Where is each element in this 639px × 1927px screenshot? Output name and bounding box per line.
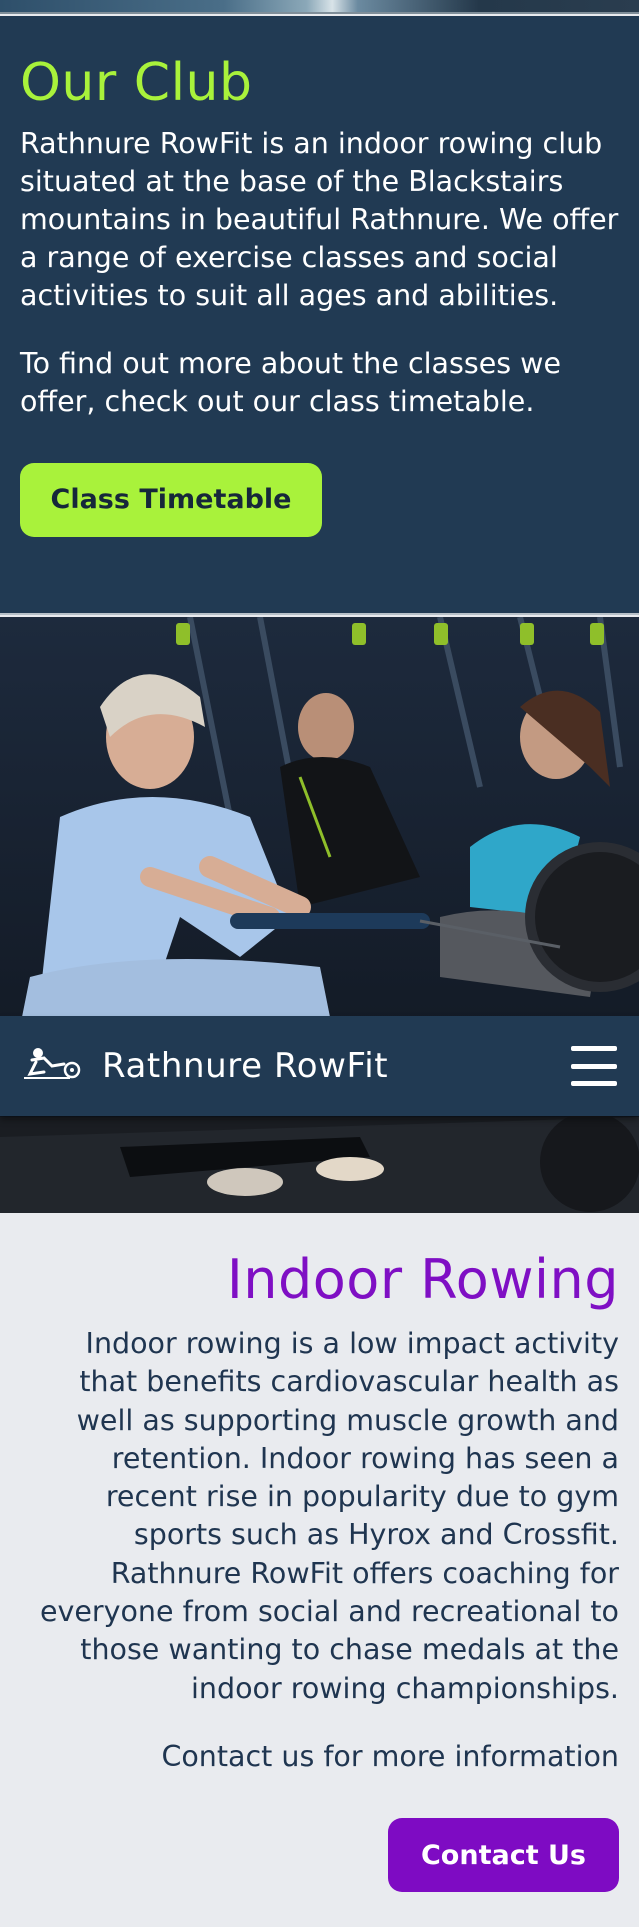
brand-name[interactable]: Rathnure RowFit: [102, 1046, 571, 1086]
hero-rowing-photo: [0, 617, 639, 1213]
contact-info-text: Contact us for more information: [161, 1739, 619, 1773]
our-club-timetable-text: To find out more about the classes we of…: [20, 346, 561, 418]
our-club-section: Our Club Rathnure RowFit is an indoor ro…: [0, 16, 639, 615]
rowing-class-image: [0, 617, 639, 1213]
indoor-rowing-section: Indoor Rowing Indoor rowing is a low imp…: [0, 1213, 639, 1927]
indoor-rowing-title: Indoor Rowing: [226, 1248, 619, 1311]
our-club-description: Rathnure RowFit is an indoor rowing club…: [20, 126, 619, 312]
our-club-title: Our Club: [20, 53, 253, 113]
class-timetable-button[interactable]: Class Timetable: [20, 462, 322, 537]
indoor-rowing-description: Indoor rowing is a low impact activity t…: [39, 1327, 619, 1705]
site-navbar: Rathnure RowFit: [0, 1016, 639, 1116]
top-photo-strip: [0, 0, 639, 14]
rower-icon[interactable]: [22, 1046, 82, 1086]
contact-us-button[interactable]: Contact Us: [388, 1818, 619, 1893]
hamburger-menu-icon[interactable]: [571, 1046, 617, 1086]
